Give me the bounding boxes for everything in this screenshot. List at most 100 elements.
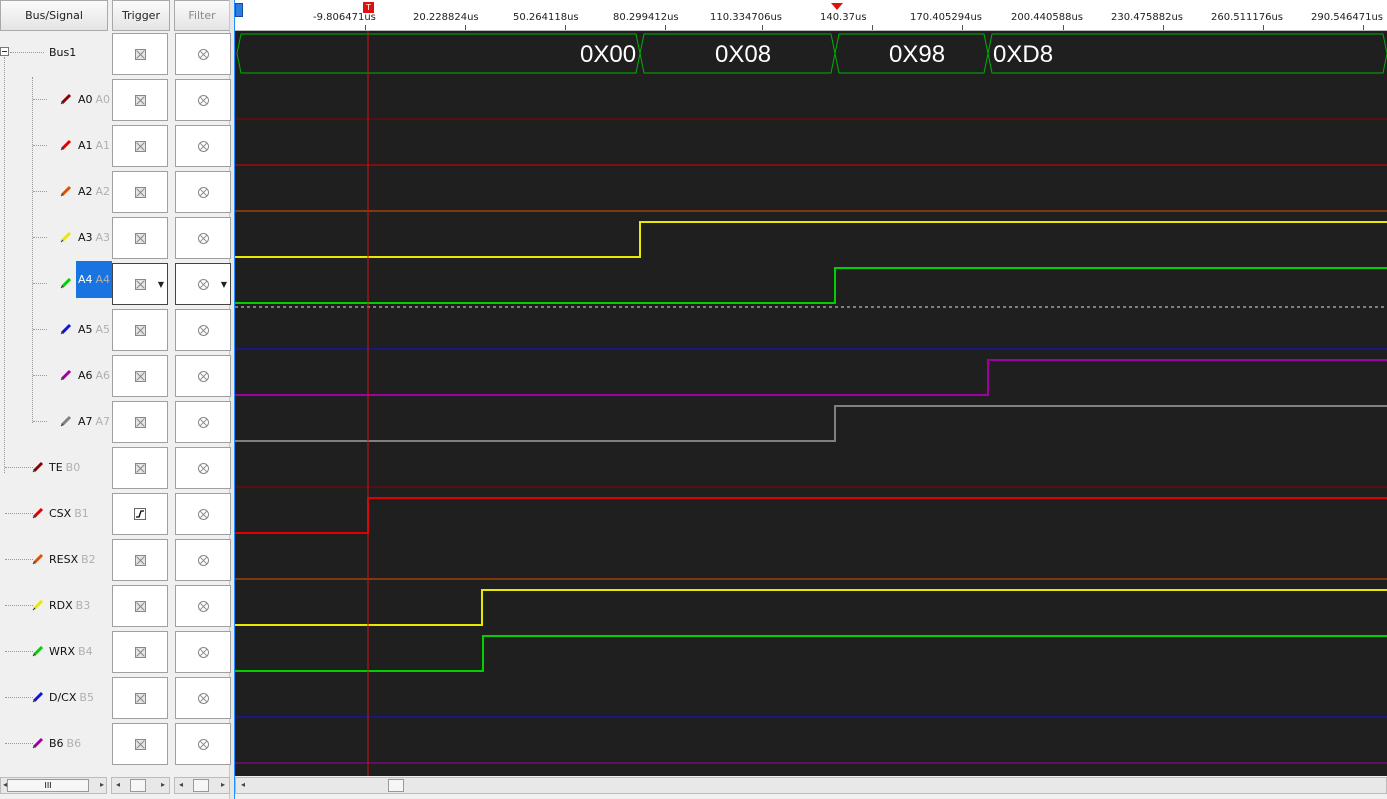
filter-cell[interactable]	[175, 125, 231, 167]
probe-color-icon[interactable]	[32, 645, 44, 657]
filter-cell[interactable]	[175, 355, 231, 397]
dont-care-icon	[134, 48, 146, 60]
trigger-cell[interactable]	[112, 217, 168, 259]
trigger-cell[interactable]	[112, 79, 168, 121]
probe-color-icon[interactable]	[60, 185, 72, 197]
trigger-cell[interactable]	[112, 309, 168, 351]
probe-color-icon[interactable]	[32, 599, 44, 611]
filter-scroll-thumb[interactable]	[193, 779, 209, 792]
header-filter[interactable]: Filter	[174, 0, 230, 31]
ruler-start-icon[interactable]	[235, 3, 243, 17]
time-ruler[interactable]: -9.806471us 20.228824us 50.264118us 80.2994…	[235, 0, 1387, 31]
probe-color-icon[interactable]	[60, 93, 72, 105]
signal-row-resx[interactable]: RESX B2	[0, 537, 108, 583]
trigger-cell[interactable]	[112, 33, 168, 75]
filter-cell[interactable]: ▼	[175, 263, 231, 305]
trigger-cell[interactable]	[112, 447, 168, 489]
signal-row-rdx[interactable]: RDX B3	[0, 583, 108, 629]
trigger-marker[interactable]: T	[363, 2, 374, 13]
header-bus-signal[interactable]: Bus/Signal	[0, 0, 108, 31]
signal-row-a2[interactable]: A2 A2	[0, 169, 110, 215]
signal-row-a5[interactable]: A5 A5	[0, 307, 110, 353]
signal-scroll-thumb[interactable]: III	[7, 779, 89, 792]
signal-row-b6[interactable]: B6 B6	[0, 721, 108, 767]
probe-color-icon[interactable]	[32, 737, 44, 749]
signal-name: A5 A5	[78, 323, 110, 336]
signal-row-te[interactable]: TE B0	[0, 445, 108, 491]
trigger-cell[interactable]	[112, 723, 168, 765]
probe-color-icon[interactable]	[32, 507, 44, 519]
signal-row-wrx[interactable]: WRX B4	[0, 629, 108, 675]
probe-color-icon[interactable]	[60, 369, 72, 381]
filter-cell[interactable]	[175, 631, 231, 673]
ruler-tick: 290.546471us	[1311, 12, 1383, 23]
chevron-down-icon[interactable]: ▼	[221, 280, 227, 289]
trigger-cell[interactable]	[112, 171, 168, 213]
probe-color-icon[interactable]	[60, 139, 72, 151]
ruler-tick: 110.334706us	[710, 12, 782, 23]
filter-cell[interactable]	[175, 585, 231, 627]
trigger-cell[interactable]	[112, 631, 168, 673]
trigger-cell[interactable]	[112, 125, 168, 167]
trigger-scroll-thumb[interactable]	[130, 779, 146, 792]
filter-cell[interactable]	[175, 309, 231, 351]
waveform-scroll-thumb[interactable]	[388, 779, 404, 792]
filter-cell[interactable]	[175, 493, 231, 535]
signal-row-a3[interactable]: A3 A3	[0, 215, 110, 261]
filter-off-icon	[197, 232, 209, 244]
signal-row-csx[interactable]: CSX B1	[0, 491, 108, 537]
probe-color-icon[interactable]	[32, 461, 44, 473]
trigger-cell[interactable]	[112, 585, 168, 627]
channel-label: B6	[66, 737, 82, 750]
trigger-cell[interactable]: ▼	[112, 263, 168, 305]
filter-cell[interactable]	[175, 677, 231, 719]
signal-row-a0[interactable]: A0 A0	[0, 77, 111, 123]
collapse-icon[interactable]	[0, 47, 9, 56]
signal-row-a7[interactable]: A7 A7	[0, 399, 110, 445]
filter-cell[interactable]	[175, 401, 231, 443]
signal-name: A4 A4	[76, 261, 113, 298]
waveform-view[interactable]: 0X00 0X08 0X98 0XD8	[235, 31, 1387, 776]
filter-off-icon	[197, 94, 209, 106]
waveform-hscroll[interactable]: ◂	[235, 777, 1387, 794]
filter-cell[interactable]	[175, 33, 231, 75]
filter-cell[interactable]	[175, 171, 231, 213]
signal-row-a1[interactable]: A1 A1	[0, 123, 110, 169]
chevron-down-icon[interactable]: ▼	[158, 280, 164, 289]
header-trigger[interactable]: Trigger	[112, 0, 170, 31]
bus-row[interactable]: Bus1	[0, 31, 108, 77]
channel-label: B2	[81, 553, 96, 566]
signal-row-a6[interactable]: A6 A6	[0, 353, 110, 399]
signal-row-a4[interactable]: A4 A4	[0, 261, 113, 307]
probe-color-icon[interactable]	[60, 415, 72, 427]
trigger-cell[interactable]	[112, 355, 168, 397]
bus-name: Bus1	[49, 46, 77, 59]
filter-cell[interactable]	[175, 79, 231, 121]
trigger-cell[interactable]	[112, 493, 168, 535]
channel-label: A4	[95, 273, 111, 286]
filter-cell[interactable]	[175, 723, 231, 765]
signal-hscroll[interactable]: ◂ III ▸	[0, 777, 107, 794]
ruler-tick: 140.37us	[820, 12, 867, 23]
probe-color-icon[interactable]	[32, 691, 44, 703]
channel-label: A0	[95, 93, 111, 106]
ruler-tick: 170.405294us	[910, 12, 982, 23]
probe-color-icon[interactable]	[60, 323, 72, 335]
trigger-cell[interactable]	[112, 539, 168, 581]
filter-hscroll[interactable]: ◂ ▸	[174, 777, 230, 794]
cursor-marker-icon[interactable]	[831, 3, 843, 10]
filter-cell[interactable]	[175, 447, 231, 489]
filter-off-icon	[197, 186, 209, 198]
header-filter-label: Filter	[188, 9, 216, 22]
filter-cell[interactable]	[175, 539, 231, 581]
ruler-tick: -9.806471us	[313, 12, 376, 23]
signal-row-d-cx[interactable]: D/CX B5	[0, 675, 108, 721]
probe-color-icon[interactable]	[32, 553, 44, 565]
trigger-cell[interactable]	[112, 401, 168, 443]
probe-color-icon[interactable]	[60, 277, 72, 289]
trigger-hscroll[interactable]: ◂ ▸	[111, 777, 170, 794]
filter-cell[interactable]	[175, 217, 231, 259]
probe-color-icon[interactable]	[60, 231, 72, 243]
trigger-cell[interactable]	[112, 677, 168, 719]
ruler-tick: 260.511176us	[1211, 12, 1283, 23]
